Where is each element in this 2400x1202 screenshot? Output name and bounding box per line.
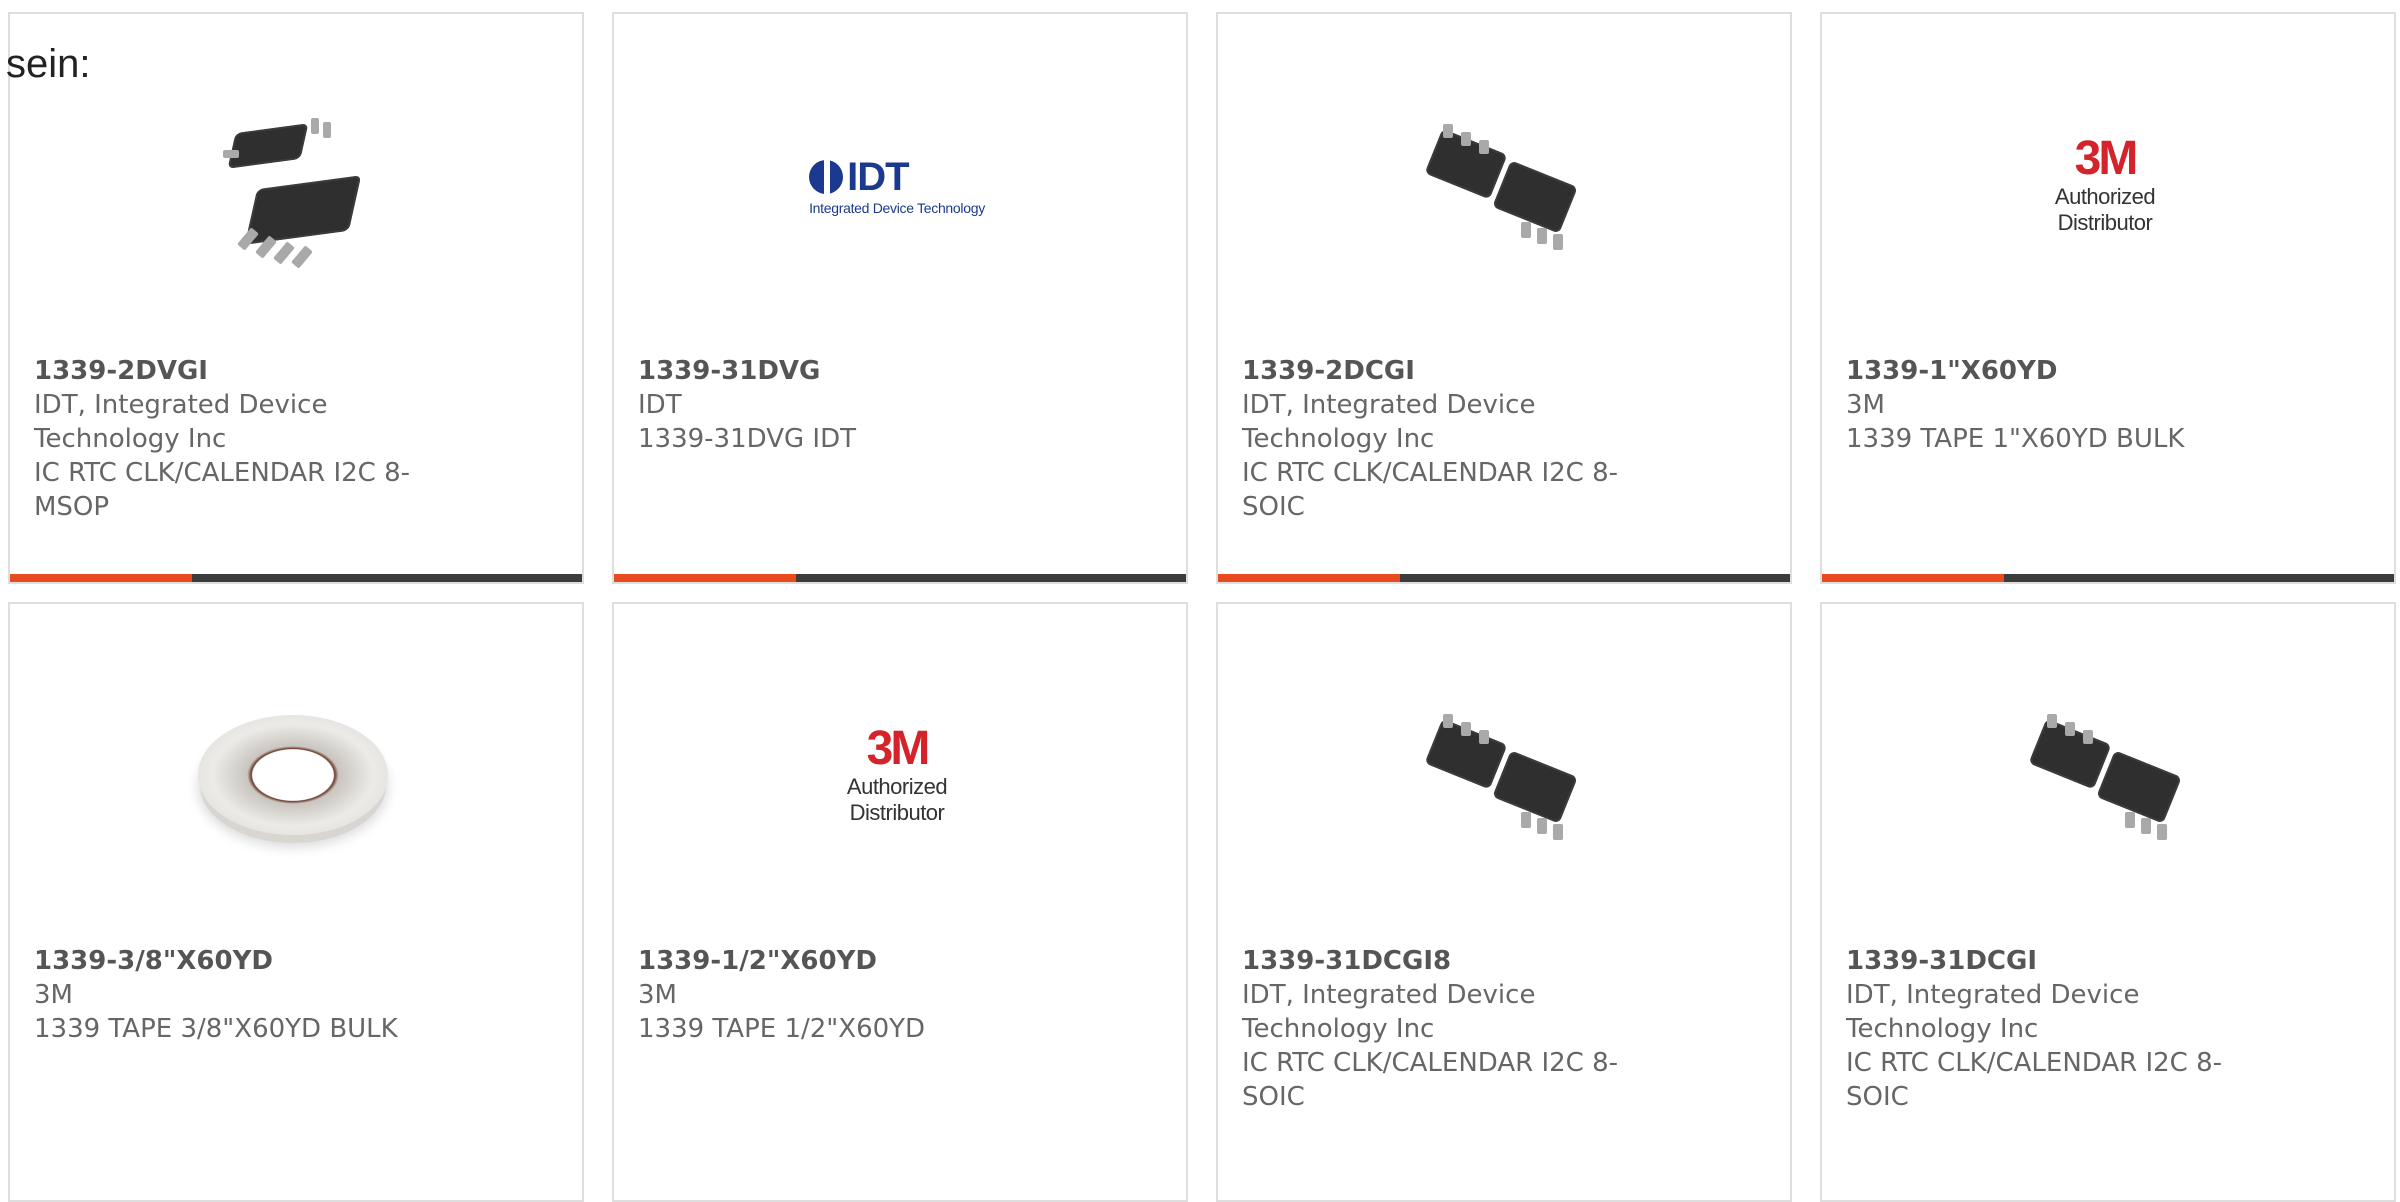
3m-logo-icon: 3M Authorized Distributor bbox=[797, 724, 997, 826]
soic-chip-icon bbox=[1421, 110, 1581, 260]
product-card[interactable]: 1339-31DCGI8 IDT, Integrated Device Tech… bbox=[1216, 602, 1792, 1202]
part-number[interactable]: 1339-31DCGI8 bbox=[1242, 944, 1662, 978]
part-number[interactable]: 1339-1/2"X60YD bbox=[638, 944, 1058, 978]
product-card[interactable]: 3M Authorized Distributor 1339-1/2"X60YD… bbox=[612, 602, 1188, 1202]
soic-chip-icon bbox=[2025, 700, 2185, 850]
idt-logo-icon: IDT Integrated Device Technology bbox=[809, 155, 985, 216]
logo-text: 3M bbox=[866, 722, 931, 775]
card-footer-bar bbox=[1218, 574, 1790, 582]
product-card[interactable]: 1339-3/8"X60YD 3M 1339 TAPE 3/8"X60YD BU… bbox=[8, 602, 584, 1202]
product-card[interactable]: 3M Authorized Distributor 1339-1"X60YD 3… bbox=[1820, 12, 2396, 584]
product-image[interactable]: 3M Authorized Distributor bbox=[797, 675, 997, 875]
manufacturer: IDT, Integrated Device Technology Inc bbox=[1846, 980, 2140, 1044]
description: 1339 TAPE 1"X60YD BULK bbox=[1846, 424, 2185, 454]
product-image[interactable]: IDT Integrated Device Technology bbox=[797, 85, 997, 285]
manufacturer: IDT bbox=[638, 390, 682, 420]
description: IC RTC CLK/CALENDAR I2C 8-SOIC bbox=[1242, 1048, 1619, 1112]
manufacturer: IDT, Integrated Device Technology Inc bbox=[34, 390, 328, 454]
3m-logo-icon: 3M Authorized Distributor bbox=[2005, 134, 2205, 236]
card-footer-bar bbox=[614, 574, 1186, 582]
part-number[interactable]: 1339-2DVGI bbox=[34, 354, 454, 388]
product-image[interactable] bbox=[193, 85, 393, 285]
part-number[interactable]: 1339-31DCGI bbox=[1846, 944, 2266, 978]
msop-chip-icon bbox=[213, 110, 373, 269]
manufacturer: IDT, Integrated Device Technology Inc bbox=[1242, 390, 1536, 454]
product-card[interactable]: 1339-31DCGI IDT, Integrated Device Techn… bbox=[1820, 602, 2396, 1202]
product-image[interactable] bbox=[2005, 675, 2205, 875]
logo-text: 3M bbox=[2074, 132, 2139, 185]
product-image[interactable]: 3M Authorized Distributor bbox=[2005, 85, 2205, 285]
part-number[interactable]: 1339-3/8"X60YD bbox=[34, 944, 454, 978]
logo-text: IDT bbox=[847, 154, 909, 199]
logo-subtext: Authorized Distributor bbox=[846, 774, 948, 825]
description: IC RTC CLK/CALENDAR I2C 8-MSOP bbox=[34, 458, 411, 522]
product-card[interactable]: IDT Integrated Device Technology 1339-31… bbox=[612, 12, 1188, 584]
description: IC RTC CLK/CALENDAR I2C 8-SOIC bbox=[1242, 458, 1619, 522]
description: 1339 TAPE 1/2"X60YD bbox=[638, 1014, 926, 1044]
product-grid: 1339-2DVGI IDT, Integrated Device Techno… bbox=[8, 12, 2400, 1202]
product-card[interactable]: 1339-2DCGI IDT, Integrated Device Techno… bbox=[1216, 12, 1792, 584]
product-image[interactable] bbox=[1401, 85, 1601, 285]
tape-roll-icon bbox=[198, 715, 388, 835]
logo-subtext: Authorized Distributor bbox=[2054, 184, 2156, 235]
product-card[interactable]: 1339-2DVGI IDT, Integrated Device Techno… bbox=[8, 12, 584, 584]
lead-text: sein: bbox=[6, 42, 91, 86]
soic-chip-icon bbox=[1421, 700, 1581, 850]
manufacturer: IDT, Integrated Device Technology Inc bbox=[1242, 980, 1536, 1044]
description: 1339-31DVG IDT bbox=[638, 424, 856, 454]
card-footer-bar bbox=[1822, 574, 2394, 582]
part-number[interactable]: 1339-1"X60YD bbox=[1846, 354, 2266, 388]
manufacturer: 3M bbox=[638, 980, 677, 1010]
description: IC RTC CLK/CALENDAR I2C 8-SOIC bbox=[1846, 1048, 2223, 1112]
part-number[interactable]: 1339-2DCGI bbox=[1242, 354, 1662, 388]
card-footer-bar bbox=[10, 574, 582, 582]
description: 1339 TAPE 3/8"X60YD BULK bbox=[34, 1014, 398, 1044]
logo-subtext: Integrated Device Technology bbox=[809, 199, 985, 216]
part-number[interactable]: 1339-31DVG bbox=[638, 354, 1058, 388]
product-image[interactable] bbox=[193, 675, 393, 875]
manufacturer: 3M bbox=[34, 980, 73, 1010]
manufacturer: 3M bbox=[1846, 390, 1885, 420]
product-image[interactable] bbox=[1401, 675, 1601, 875]
